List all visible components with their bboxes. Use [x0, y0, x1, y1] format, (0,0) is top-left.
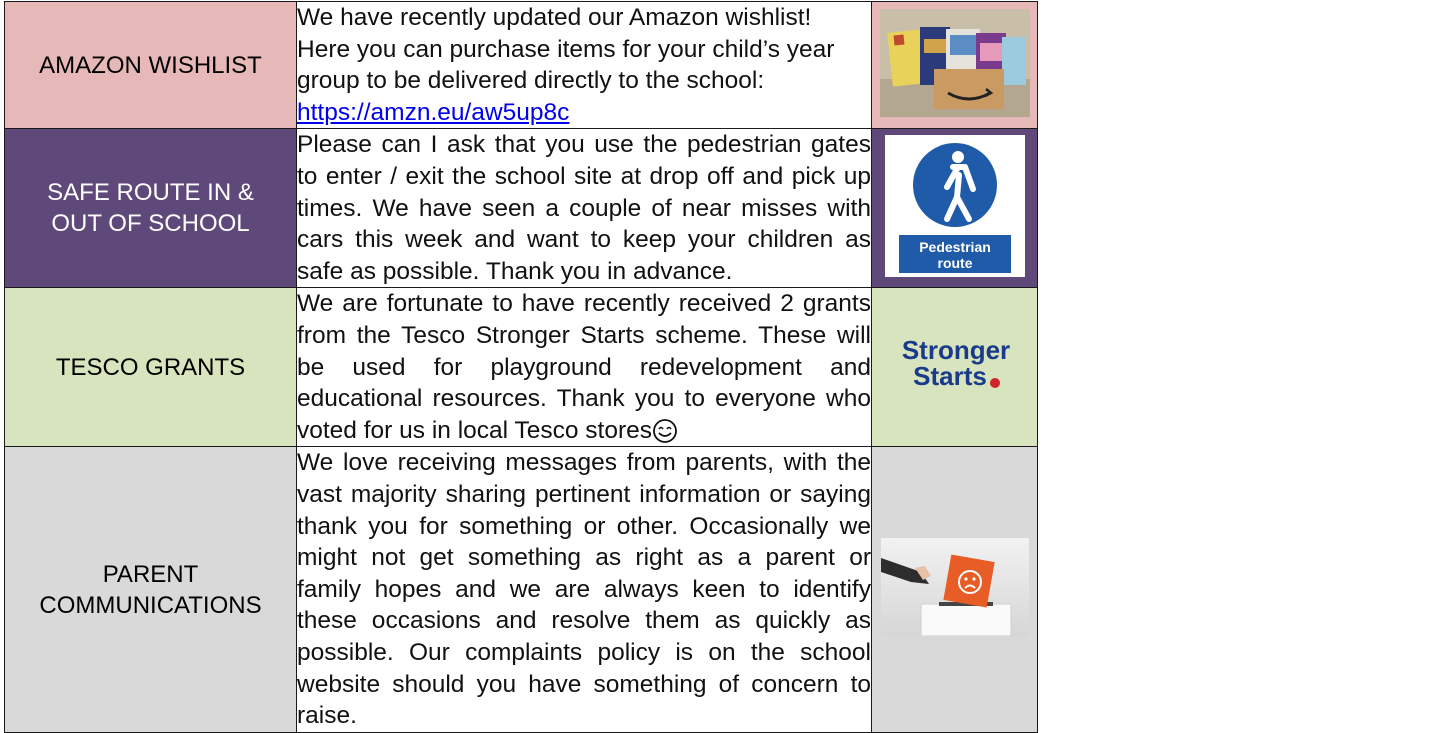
- amazon-books-photo-icon: [879, 8, 1030, 117]
- row-body: We love receiving messages from parents,…: [296, 446, 872, 733]
- row-safe-route: SAFE ROUTE IN & OUT OF SCHOOL Please can…: [4, 128, 1038, 289]
- body-text-container: We have recently updated our Amazon wish…: [297, 2, 871, 128]
- label-line: COMMUNICATIONS: [39, 591, 262, 619]
- stronger-starts-logo-icon: Stronger Starts: [901, 335, 1009, 391]
- label-line: OUT OF SCHOOL: [51, 210, 250, 238]
- newsletter-table: AMAZON WISHLIST We have recently updated…: [4, 0, 1038, 733]
- pedestrian-route-sign-icon: Pedestrian route: [884, 134, 1025, 277]
- row-amazon-wishlist: AMAZON WISHLIST We have recently updated…: [4, 0, 1038, 130]
- row-body: Please can I ask that you use the pedest…: [296, 128, 872, 289]
- row-body: We have recently updated our Amazon wish…: [296, 0, 872, 130]
- complaint-box-photo-icon: [880, 538, 1029, 637]
- row-parent-communications: PARENT COMMUNICATIONS We love receiving …: [4, 446, 1038, 733]
- body-text: Please can I ask that you use the pedest…: [297, 131, 871, 285]
- body-text: We love receiving messages from parents,…: [297, 449, 871, 730]
- label-line: AMAZON WISHLIST: [39, 51, 262, 79]
- smiling-face-icon: [653, 419, 677, 444]
- sign-line-1: Pedestrian: [919, 239, 991, 255]
- row-image-cell: Stronger Starts: [871, 287, 1038, 448]
- sign-line-2: route: [937, 255, 972, 271]
- logo-line-2: Starts: [913, 361, 987, 391]
- body-text: We have recently updated our Amazon wish…: [297, 4, 835, 95]
- row-image-cell: Pedestrian route: [871, 128, 1038, 289]
- amazon-wishlist-link[interactable]: https://amzn.eu/aw5up8c: [297, 99, 569, 126]
- row-body: We are fortunate to have recently receiv…: [296, 287, 872, 448]
- label-line: TESCO GRANTS: [55, 353, 246, 381]
- label-line: SAFE ROUTE IN &: [47, 179, 254, 207]
- row-tesco-grants: TESCO GRANTS We are fortunate to have re…: [4, 287, 1038, 448]
- row-label: TESCO GRANTS: [4, 287, 297, 448]
- row-image-cell: [871, 0, 1038, 130]
- row-label: AMAZON WISHLIST: [4, 0, 297, 130]
- label-line: PARENT: [102, 560, 199, 588]
- body-text: We are fortunate to have recently receiv…: [297, 290, 871, 444]
- row-label: PARENT COMMUNICATIONS: [4, 446, 297, 733]
- row-image-cell: [871, 446, 1038, 733]
- body-text-container: We are fortunate to have recently receiv…: [297, 288, 871, 446]
- row-label: SAFE ROUTE IN & OUT OF SCHOOL: [4, 128, 297, 289]
